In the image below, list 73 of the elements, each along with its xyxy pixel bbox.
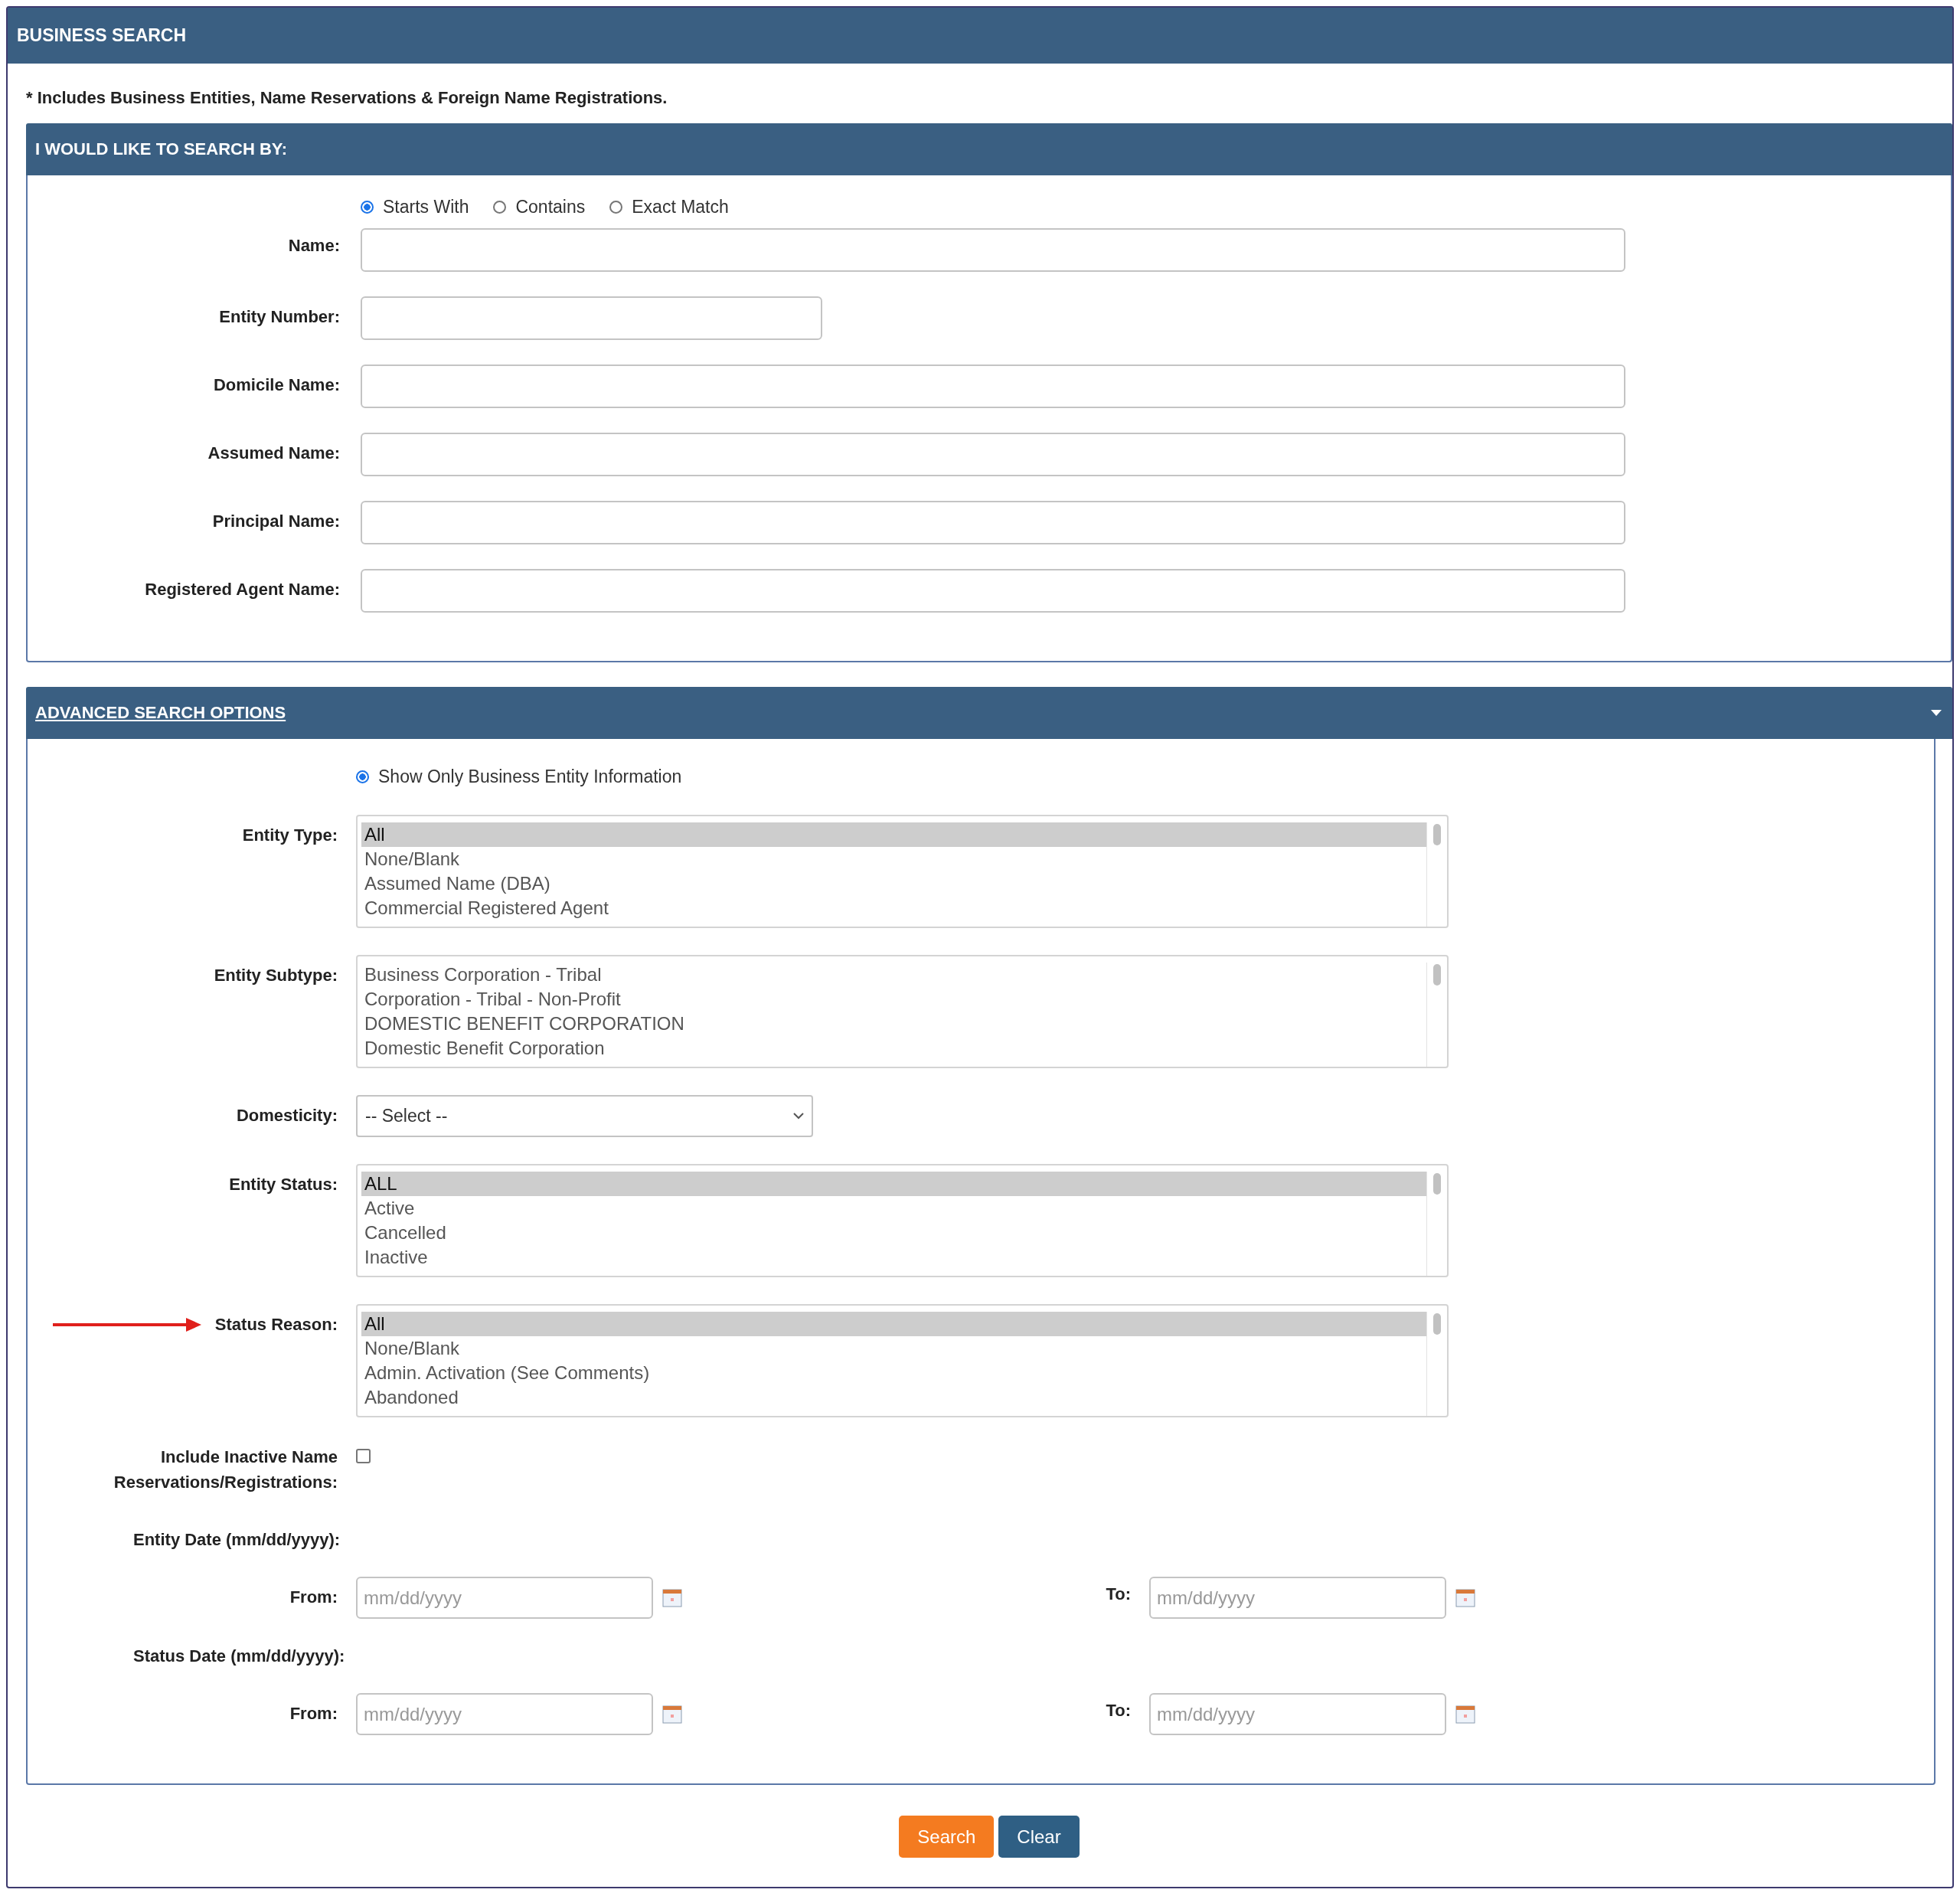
calendar-icon[interactable] [662,1704,682,1724]
list-option[interactable]: Assumed Name (DBA) [361,871,1426,896]
field-label: From: [289,1703,338,1724]
list-option[interactable]: Admin. Activation (See Comments) [361,1361,1426,1385]
radio-label[interactable]: Contains [515,197,586,217]
field-label: Entity Subtype: [214,965,338,986]
calendar-icon[interactable] [1455,1704,1475,1724]
date-field[interactable]: mm/dd/yyyy [356,1693,653,1735]
field-label: Entity Status: [229,1174,338,1195]
radio-button[interactable] [609,201,623,214]
radio-button[interactable] [356,770,369,783]
field-label: Entity Type: [242,825,338,846]
field-label: From: [289,1587,338,1608]
text-field[interactable] [361,501,1625,544]
list-option[interactable]: All [361,822,1426,847]
text-field[interactable] [361,433,1625,476]
date-field[interactable]: mm/dd/yyyy [1149,1577,1446,1619]
radio-button[interactable] [361,201,374,214]
list-box[interactable]: Business Corporation - Tribal Corporation - Tribal - Non-Profit DOMESTIC BENEFIT CORPORATION Domestic Benefit Corporation [356,955,1449,1068]
action-button[interactable]: Clear [998,1816,1080,1858]
checkbox[interactable] [356,1449,371,1463]
list-option[interactable]: Cancelled [361,1221,1426,1245]
note-text: * Includes Business Entities, Name Reservations & Foreign Name Registrations. [26,88,668,107]
list-option[interactable]: Abandoned [361,1385,1426,1410]
field-label: Entity Date (mm/dd/yyyy): [133,1529,341,1551]
scrollbar-thumb[interactable] [1433,1313,1441,1335]
list-box[interactable]: ALL Active Cancelled Inactive [356,1164,1449,1277]
list-box[interactable]: All None/Blank Assumed Name (DBA) Commercial Registered Agent [356,815,1449,928]
scrollbar-thumb[interactable] [1433,964,1441,986]
list-option[interactable]: Business Corporation - Tribal [361,963,1426,987]
scrollbar-thumb[interactable] [1433,824,1441,845]
field-label: Registered Agent Name: [145,579,340,600]
field-label: To: [1105,1584,1132,1604]
list-option[interactable]: All [361,1312,1426,1336]
list-option[interactable]: Active [361,1196,1426,1221]
text-field[interactable] [361,569,1625,613]
chevron-down-icon [793,1113,804,1120]
date-field[interactable]: mm/dd/yyyy [356,1577,653,1619]
radio-label[interactable]: Exact Match [632,197,729,217]
date-field[interactable]: mm/dd/yyyy [1149,1693,1446,1735]
field-label: Domicile Name: [213,374,340,396]
list-option[interactable]: DOMESTIC BENEFIT CORPORATION [361,1012,1426,1036]
text-field[interactable] [361,228,1625,272]
list-option[interactable]: Corporation - Tribal - Non-Profit [361,987,1426,1012]
list-option[interactable]: Inactive [361,1245,1426,1270]
list-box[interactable]: All None/Blank Admin. Activation (See Comments) Abandoned [356,1304,1449,1417]
field-label: Assumed Name: [207,443,340,464]
list-option[interactable]: Domestic Benefit Corporation [361,1036,1426,1061]
radio-label[interactable]: Show Only Business Entity Information [378,767,682,787]
list-option[interactable]: ALL [361,1172,1426,1196]
field-label: Principal Name: [212,511,340,532]
text-field[interactable] [361,296,822,340]
calendar-icon[interactable] [1455,1587,1475,1608]
dropdown[interactable]: -- Select -- [356,1095,813,1137]
field-label: Entity Number: [219,306,340,328]
field-label: Name: [288,235,340,257]
field-label: Include Inactive Name Reservations/Registrations: [113,1447,338,1493]
list-option[interactable]: Commercial Registered Agent [361,896,1426,920]
text-field[interactable] [361,364,1625,408]
section-title: I WOULD LIKE TO SEARCH BY: [35,139,288,159]
list-option[interactable]: None/Blank [361,1336,1426,1361]
field-label: Domesticity: [236,1105,338,1126]
calendar-icon[interactable] [662,1587,682,1608]
field-label: Status Date (mm/dd/yyyy): [133,1646,345,1667]
page-title: BUSINESS SEARCH [17,25,187,46]
field-label: To: [1105,1700,1132,1721]
radio-label[interactable]: Starts With [383,197,469,217]
radio-button[interactable] [493,201,507,214]
scrollbar-thumb[interactable] [1433,1173,1441,1195]
caret-down-icon[interactable] [1931,710,1942,716]
section-title[interactable]: ADVANCED SEARCH OPTIONS [35,703,286,723]
list-option[interactable]: None/Blank [361,847,1426,871]
field-label: Status Reason: [214,1314,338,1335]
